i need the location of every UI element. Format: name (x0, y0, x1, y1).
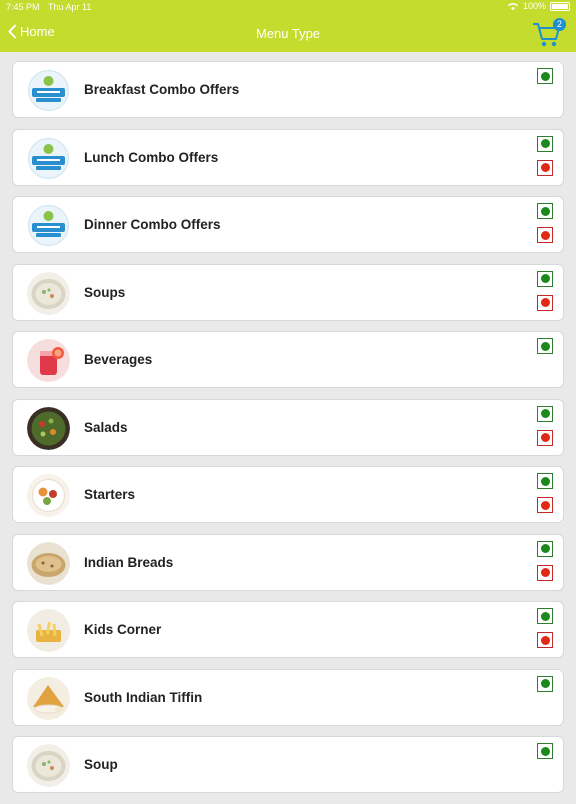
indicator-dot (540, 298, 550, 307)
non-veg-indicator-icon (537, 564, 553, 581)
menu-type-row[interactable]: Soups (12, 263, 564, 321)
non-veg-indicator-icon (537, 429, 553, 446)
menu-type-label: Lunch Combo Offers (84, 149, 219, 165)
bread-thumbnail-icon (27, 541, 70, 585)
menu-type-label: Salads (84, 419, 128, 435)
non-veg-indicator-icon (537, 294, 553, 311)
page-title: Menu Type (255, 26, 321, 41)
menu-type-label: Starters (84, 487, 136, 502)
non-veg-indicator-icon (537, 632, 553, 648)
diet-indicators (537, 608, 553, 656)
status-date: Thu Apr 11 (48, 2, 92, 12)
veg-indicator-icon (537, 540, 553, 557)
battery-percent: 100% (522, 1, 546, 11)
veg-indicator-icon (537, 270, 553, 287)
diet-indicators (537, 203, 553, 251)
menu-type-label: Breakfast Combo Offers (84, 82, 240, 97)
menu-type-label: Soup (84, 757, 118, 772)
menu-type-row[interactable]: Breakfast Combo Offers (12, 61, 564, 118)
status-right: 100% (507, 1, 570, 11)
status-bar: 7:45 PM Thu Apr 11 100% (0, 0, 576, 14)
menu-type-label: Kids Corner (84, 622, 162, 637)
indicator-dot (540, 500, 550, 510)
diet-indicators (537, 135, 553, 184)
veg-indicator-icon (537, 608, 553, 624)
battery-icon (550, 1, 570, 11)
veg-indicator-icon (537, 203, 553, 219)
soup-thumbnail-icon (27, 744, 70, 787)
menu-type-row[interactable]: Salads (12, 398, 564, 456)
veg-indicator-icon (537, 135, 553, 152)
menu-type-row[interactable]: Beverages (12, 331, 564, 388)
kids-thumbnail-icon (27, 609, 70, 652)
indicator-dot (540, 230, 550, 240)
menu-type-row[interactable]: Kids Corner (12, 601, 564, 658)
menu-type-row[interactable]: Soup (12, 736, 564, 793)
diet-indicators (537, 473, 553, 521)
veg-indicator-icon (537, 68, 553, 84)
diet-indicators (537, 338, 553, 362)
status-time: 7:45 PM (6, 2, 40, 12)
foodee-logo-icon (27, 204, 70, 247)
diet-indicators (537, 743, 553, 767)
starter-thumbnail-icon (27, 474, 70, 517)
menu-type-row[interactable]: Indian Breads (12, 533, 564, 591)
menu-type-row[interactable]: Dinner Combo Offers (12, 196, 564, 253)
menu-type-list: Breakfast Combo Offers Lunch Combo Offers… (12, 61, 564, 804)
diet-indicators (537, 540, 553, 589)
foodee-logo-icon (27, 69, 70, 112)
indicator-dot (540, 71, 550, 81)
menu-type-label: Indian Breads (84, 554, 174, 570)
menu-type-label: Dinner Combo Offers (84, 217, 221, 232)
indicator-dot (540, 139, 550, 148)
indicator-dot (540, 206, 550, 216)
tiffin-thumbnail-icon (27, 676, 70, 720)
indicator-dot (540, 679, 550, 688)
diet-indicators (537, 405, 553, 454)
salad-thumbnail-icon (27, 406, 70, 450)
menu-type-label: South Indian Tiffin (84, 689, 203, 705)
indicator-dot (540, 611, 550, 621)
veg-indicator-icon (537, 743, 553, 759)
veg-indicator-icon (537, 405, 553, 422)
cart-button[interactable]: 2 (532, 18, 566, 48)
foodee-logo-icon (27, 136, 70, 180)
cart-count-badge: 2 (553, 18, 566, 31)
non-veg-indicator-icon (537, 227, 553, 243)
non-veg-indicator-icon (537, 159, 553, 176)
indicator-dot (540, 433, 550, 442)
menu-type-label: Beverages (84, 352, 153, 367)
menu-type-row[interactable]: Lunch Combo Offers (12, 128, 564, 186)
non-veg-indicator-icon (537, 497, 553, 513)
menu-type-row[interactable]: Starters (12, 466, 564, 523)
navigation-bar: Home Menu Type 2 (0, 14, 576, 52)
veg-indicator-icon (537, 675, 553, 692)
indicator-dot (540, 544, 550, 553)
veg-indicator-icon (537, 338, 553, 354)
menu-type-label: Soups (84, 284, 126, 300)
indicator-dot (540, 476, 550, 486)
menu-type-row[interactable]: South Indian Tiffin (12, 668, 564, 726)
diet-indicators (537, 68, 553, 92)
indicator-dot (540, 163, 550, 172)
indicator-dot (540, 568, 550, 577)
diet-indicators (537, 675, 553, 700)
wifi-icon (507, 2, 518, 10)
indicator-dot (540, 274, 550, 283)
indicator-dot (540, 341, 550, 351)
beverage-thumbnail-icon (27, 339, 70, 382)
soup-thumbnail-icon (27, 271, 70, 315)
veg-indicator-icon (537, 473, 553, 489)
indicator-dot (540, 635, 550, 645)
indicator-dot (540, 409, 550, 418)
diet-indicators (537, 270, 553, 319)
indicator-dot (540, 746, 550, 756)
